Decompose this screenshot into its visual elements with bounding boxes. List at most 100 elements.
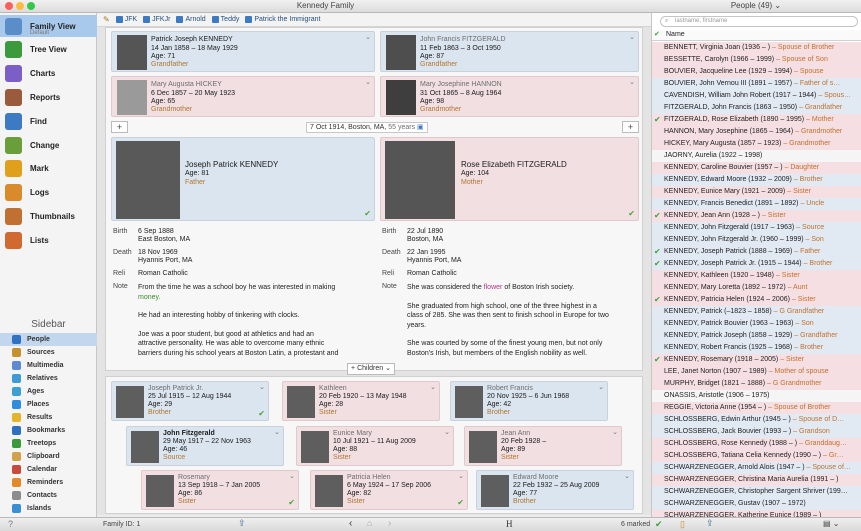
chevron-down-icon[interactable]: ⌄ — [430, 383, 436, 391]
share-icon[interactable]: ⇪ — [706, 518, 714, 529]
list-item[interactable]: SCHWARZENEGGER, Gustav (1907 – 1972) — [652, 498, 861, 510]
nav-change[interactable]: Change — [0, 134, 97, 156]
sidebar-item-people[interactable]: People — [0, 333, 97, 346]
mother-card[interactable]: Rose Elizabeth FITZGERALD Age: 104 Mothe… — [380, 137, 639, 221]
father-card[interactable]: Joseph Patrick KENNEDY Age: 81 Father ✔ — [111, 137, 375, 221]
history-icon[interactable]: H — [506, 519, 513, 529]
death-place[interactable]: Hyannis Port, MA — [407, 257, 461, 264]
list-item[interactable]: ✔ FITZGERALD, Rose Elizabeth (1890 – 1995… — [652, 114, 861, 126]
birth-date[interactable]: 6 Sep 1888 — [138, 228, 174, 235]
nav-logs[interactable]: Logs — [0, 182, 97, 204]
list-item[interactable]: SCHWARZENEGGER, Arnold Alois (1947 – ) –… — [652, 462, 861, 474]
sidebar-item-multimedia[interactable]: Multimedia — [0, 359, 97, 372]
pencil-icon[interactable]: ✎ — [103, 15, 110, 24]
list-item[interactable]: BOUVIER, Jacqueline Lee (1929 – 1994) – … — [652, 66, 861, 78]
chevron-down-icon[interactable]: ⌄ — [458, 472, 464, 480]
chevron-down-icon[interactable]: ⌄ — [259, 383, 265, 391]
nav-family-view[interactable]: Family View Default — [0, 15, 97, 37]
child-card[interactable]: Jean Ann 20 Feb 1928 – Age: 89 Sister ⌄ — [464, 426, 622, 466]
grandparent-card[interactable]: Patrick Joseph KENNEDY 14 Jan 1858 – 18 … — [111, 31, 375, 72]
list-item[interactable]: ✔ KENNEDY, Patricia Helen (1924 – 2006) –… — [652, 294, 861, 306]
sidebar-item-contacts[interactable]: Contacts — [0, 489, 97, 502]
list-item[interactable]: KENNEDY, John Fitzgerald (1917 – 1963) –… — [652, 222, 861, 234]
list-item[interactable]: KENNEDY, Kathleen (1920 – 1948) – Sister — [652, 270, 861, 282]
birth-place[interactable]: Boston, MA — [407, 236, 443, 243]
nav-thumbnails[interactable]: Thumbnails — [0, 205, 97, 227]
death-date[interactable]: 18 Nov 1969 — [138, 249, 178, 256]
column-header[interactable]: ✔ Name — [652, 30, 861, 41]
sidebar-item-islands[interactable]: Islands — [0, 502, 97, 515]
list-item[interactable]: KENNEDY, Patrick Joseph (1858 – 1929) – … — [652, 330, 861, 342]
sidebar-item-sources[interactable]: Sources — [0, 346, 97, 359]
chevron-down-icon[interactable]: ⌄ — [365, 78, 371, 86]
list-item[interactable]: MURPHY, Bridget (1821 – 1888) – G Grandm… — [652, 378, 861, 390]
list-item[interactable]: KENNEDY, Eunice Mary (1921 – 2009) – Sis… — [652, 186, 861, 198]
nav-reports[interactable]: Reports — [0, 86, 97, 108]
grandparent-card[interactable]: John Francis FITZGERALD 11 Feb 1863 – 3 … — [380, 31, 639, 72]
sidebar-item-calendar[interactable]: Calendar — [0, 463, 97, 476]
chevron-down-icon[interactable]: ⌄ — [624, 472, 630, 480]
list-item[interactable]: KENNEDY, Robert Francis (1925 – 1968) – … — [652, 342, 861, 354]
list-item[interactable]: SCHLOSSBERG, Rose Kennedy (1988 – ) – Gr… — [652, 438, 861, 450]
list-item[interactable]: KENNEDY, Edward Moore (1932 – 2009) – Br… — [652, 174, 861, 186]
list-item[interactable]: KENNEDY, Francis Benedict (1891 – 1892) … — [652, 198, 861, 210]
bookmark-patrick-the-immigrant[interactable]: Patrick the Immigrant — [245, 16, 321, 23]
child-card[interactable]: Rosemary 13 Sep 1918 – 7 Jan 2005 Age: 86 S… — [141, 470, 299, 510]
birth-place[interactable]: East Boston, MA — [138, 236, 190, 243]
help-icon[interactable]: ? — [8, 519, 13, 529]
list-item[interactable]: BESSETTE, Carolyn (1966 – 1999) – Spouse… — [652, 54, 861, 66]
bookmark-icon[interactable]: ▯ — [680, 519, 685, 530]
child-card[interactable]: Patricia Helen 6 May 1924 – 17 Sep 2006 Ag… — [310, 470, 468, 510]
birth-date[interactable]: 22 Jul 1890 — [407, 228, 443, 235]
bookmark-jfkjr[interactable]: JFKJr — [143, 16, 170, 23]
back-arrow-icon[interactable]: ‹ — [349, 518, 352, 529]
nav-mark[interactable]: Mark — [0, 158, 97, 180]
sidebar-item-bookmarks[interactable]: Bookmarks — [0, 424, 97, 437]
add-mother-button[interactable]: + — [622, 121, 639, 133]
list-item[interactable]: ✔ KENNEDY, Joseph Patrick Jr. (1915 – 194… — [652, 258, 861, 270]
list-item[interactable]: ✔ KENNEDY, Jean Ann (1928 – ) – Sister — [652, 210, 861, 222]
bookmark-teddy[interactable]: Teddy — [211, 16, 239, 23]
child-card[interactable]: John Fitzgerald 29 May 1917 – 22 Nov 1963… — [126, 426, 284, 466]
chevron-down-icon[interactable]: ⌄ — [629, 33, 635, 41]
nav-tree-view[interactable]: Tree View — [0, 39, 97, 61]
list-item[interactable]: KENNEDY, Patrick Bouvier (1963 – 1963) –… — [652, 318, 861, 330]
list-item[interactable]: LEE, Janet Norton (1907 – 1989) – Mother… — [652, 366, 861, 378]
list-item[interactable]: KENNEDY, Mary Loretta (1892 – 1972) – Au… — [652, 282, 861, 294]
sidebar-item-results[interactable]: Results — [0, 411, 97, 424]
chevron-down-icon[interactable]: ⌄ — [598, 383, 604, 391]
list-item[interactable]: ONASSIS, Aristotle (1906 – 1975) — [652, 390, 861, 402]
bookmark-arnold[interactable]: Arnold — [176, 16, 206, 23]
death-place[interactable]: Hyannis Port, MA — [138, 257, 192, 264]
religion[interactable]: Roman Catholic — [407, 270, 457, 277]
death-date[interactable]: 22 Jan 1995 — [407, 249, 446, 256]
sort-icon[interactable]: ▤ ⌄ — [823, 519, 839, 528]
list-item[interactable]: KENNEDY, Patrick (–1823 – 1858) – G Gran… — [652, 306, 861, 318]
forward-arrow-icon[interactable]: › — [388, 518, 391, 529]
list-item[interactable]: CAVENDISH, William John Robert (1917 – 1… — [652, 90, 861, 102]
chevron-down-icon[interactable]: ⌄ — [274, 428, 280, 436]
marriage-bar[interactable]: 7 Oct 1914, Boston, MA, 55 years ▣ — [306, 122, 428, 133]
child-card[interactable]: Robert Francis 20 Nov 1925 – 6 Jun 1968 Ag… — [450, 381, 608, 421]
chevron-down-icon[interactable]: ⌄ — [444, 428, 450, 436]
checkmark-icon[interactable]: ✔ — [655, 519, 663, 530]
share-icon[interactable]: ⇪ — [238, 518, 246, 529]
sidebar-item-reminders[interactable]: Reminders — [0, 476, 97, 489]
list-item[interactable]: ✔ KENNEDY, Joseph Patrick (1888 – 1969) –… — [652, 246, 861, 258]
grandparent-card[interactable]: Mary Josephine HANNON 31 Oct 1865 – 8 Au… — [380, 76, 639, 117]
sidebar-item-relatives[interactable]: Relatives — [0, 372, 97, 385]
chevron-down-icon[interactable]: ⌄ — [289, 472, 295, 480]
list-item[interactable]: JAORNY, Aurelia (1922 – 1998) — [652, 150, 861, 162]
chevron-down-icon[interactable]: ⌄ — [365, 33, 371, 41]
list-item[interactable]: SCHWARZENEGGER, Christina Maria Aurelia … — [652, 474, 861, 486]
people-panel-title[interactable]: People (49) ⌄ — [651, 1, 861, 10]
nav-find[interactable]: Find — [0, 110, 97, 132]
list-item[interactable]: KENNEDY, Caroline Bouvier (1957 – ) – Da… — [652, 162, 861, 174]
home-icon[interactable]: ⌂ — [367, 518, 372, 528]
chevron-down-icon[interactable]: ⌄ — [612, 428, 618, 436]
mother-note[interactable]: She was considered the flower of Boston … — [407, 283, 639, 358]
sidebar-item-ages[interactable]: Ages — [0, 385, 97, 398]
child-card[interactable]: Edward Moore 22 Feb 1932 – 25 Aug 2009 Age… — [476, 470, 634, 510]
list-item[interactable]: BENNETT, Virginia Joan (1936 – ) – Spous… — [652, 42, 861, 54]
child-card[interactable]: Joseph Patrick Jr. 25 Jul 1915 – 12 Aug 1… — [111, 381, 269, 421]
